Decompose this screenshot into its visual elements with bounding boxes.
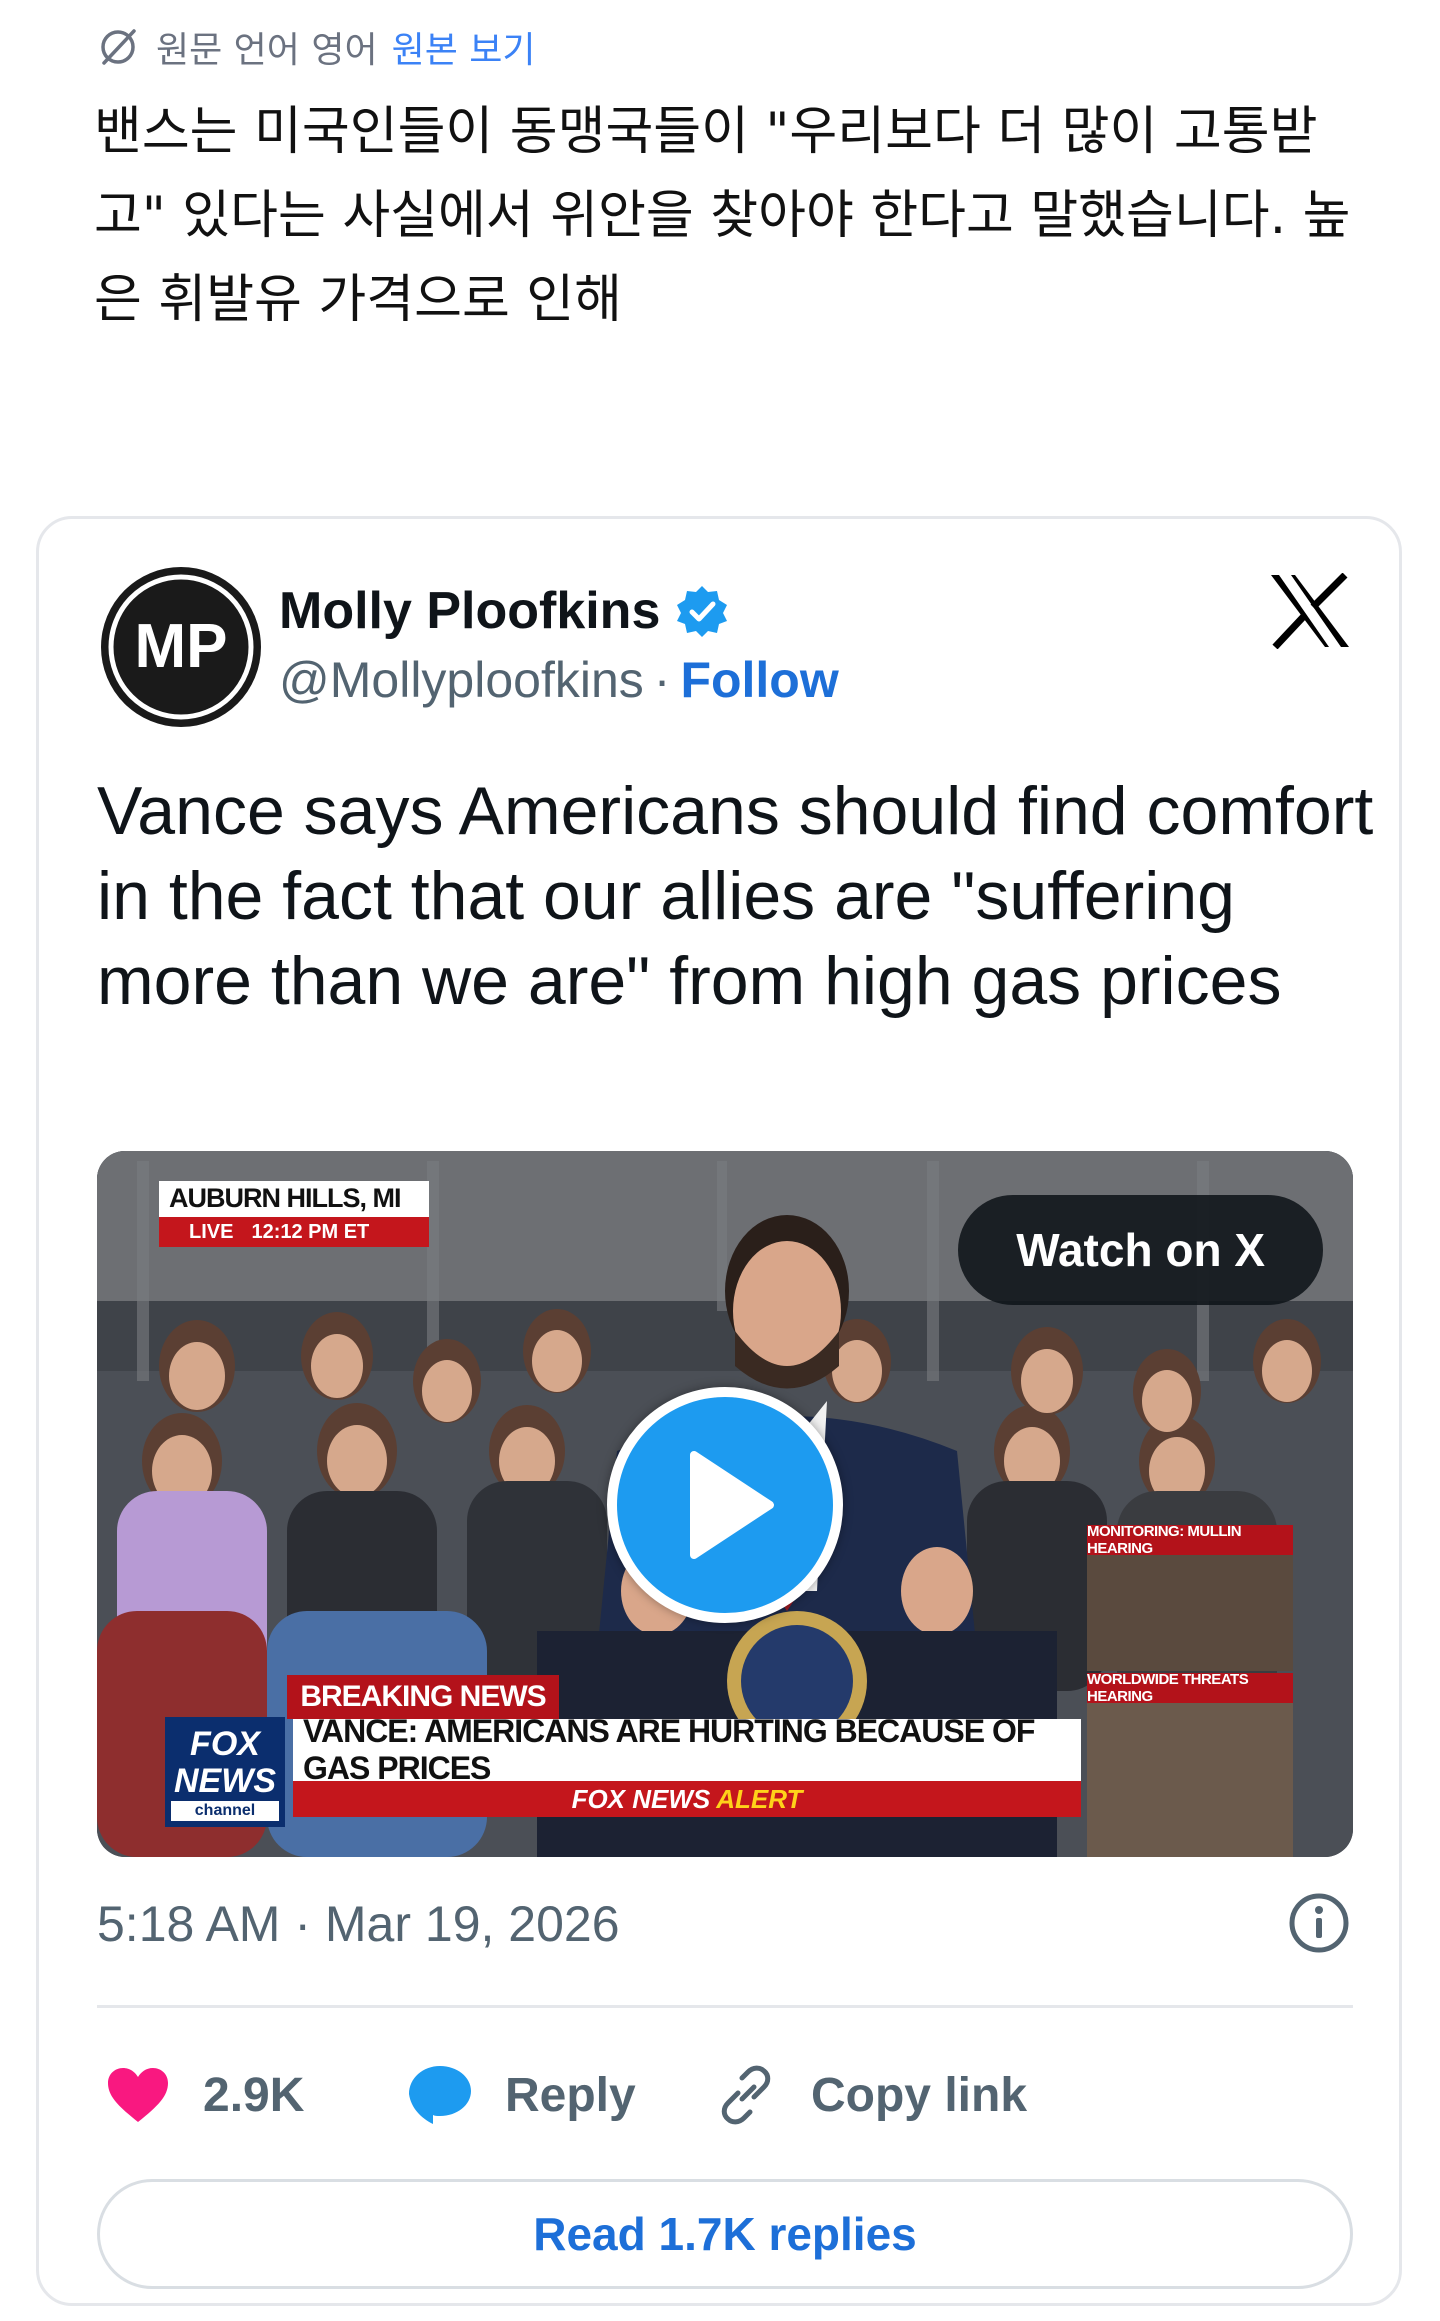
- watch-on-x-button[interactable]: Watch on X: [958, 1195, 1323, 1305]
- follow-button[interactable]: Follow: [680, 651, 838, 709]
- source-language-label: 원문 언어 영어: [156, 30, 378, 71]
- location-label: AUBURN HILLS, MI: [169, 1183, 401, 1213]
- read-replies-button[interactable]: Read 1.7K replies: [97, 2179, 1353, 2289]
- copy-link-button[interactable]: Copy link: [711, 2055, 1027, 2135]
- avatar[interactable]: MP: [99, 565, 263, 729]
- like-button[interactable]: 2.9K: [103, 2055, 304, 2135]
- heart-icon: [103, 2060, 173, 2130]
- like-count: 2.9K: [203, 2068, 305, 2122]
- live-label: LIVE: [189, 1220, 234, 1243]
- live-indicator: LIVE 12:12 PM ET: [159, 1217, 429, 1247]
- alert-prefix: FOX NEWS: [571, 1783, 711, 1814]
- link-icon: [711, 2060, 781, 2130]
- reply-bubble-icon: [405, 2060, 475, 2130]
- side-panel-thumb-1: [1087, 1555, 1293, 1671]
- fox-news-logo: FOX NEWS channel: [165, 1717, 285, 1827]
- play-button[interactable]: [607, 1387, 843, 1623]
- side-panel-label-2: WORLDWIDE THREATS HEARING: [1087, 1671, 1293, 1705]
- author-handle[interactable]: @Mollyploofkins: [279, 651, 644, 709]
- verified-badge-icon: [674, 583, 730, 639]
- tweet-text: Vance says Americans should find comfort…: [97, 773, 1374, 1019]
- chyron-headline: VANCE: AMERICANS ARE HURTING BECAUSE OF …: [293, 1713, 1081, 1786]
- translation-bar: 원문 언어 영어 원본 보기: [94, 22, 536, 72]
- video-player[interactable]: AUBURN HILLS, MI LIVE 12:12 PM ET MONITO…: [97, 1151, 1353, 1857]
- author-meta: @Mollyploofkins · Follow: [279, 651, 839, 709]
- embedded-tweet-card[interactable]: MP Molly Ploofkins @Mollyploofkins · Fol…: [36, 516, 1402, 2306]
- divider: [97, 2005, 1353, 2008]
- meta-separator: ·: [653, 652, 671, 708]
- location-bug: AUBURN HILLS, MI LIVE 12:12 PM ET: [159, 1181, 429, 1247]
- live-time: 12:12 PM ET: [251, 1220, 370, 1243]
- x-logo-icon[interactable]: [1269, 572, 1351, 650]
- translated-tweet-text: 밴스는 미국인들이 동맹국들이 "우리보다 더 많이 고통받고" 있다는 사실에…: [94, 102, 1351, 330]
- alert-suffix: ALERT: [716, 1783, 803, 1814]
- info-icon[interactable]: [1287, 1891, 1351, 1955]
- fox-logo-line2: NEWS: [174, 1762, 276, 1800]
- side-panel-label-1: MONITORING: MULLIN HEARING: [1087, 1523, 1293, 1557]
- copy-link-label: Copy link: [811, 2068, 1028, 2122]
- play-icon: [690, 1451, 774, 1559]
- reply-label: Reply: [505, 2068, 636, 2122]
- fox-logo-line3: channel: [171, 1801, 279, 1821]
- translate-icon: [94, 23, 142, 71]
- side-panel-thumb-2: [1087, 1703, 1293, 1857]
- tweet-timestamp[interactable]: 5:18 AM · Mar 19, 2026: [97, 1895, 620, 1953]
- fox-news-alert-bar: FOX NEWS ALERT: [293, 1781, 1081, 1817]
- author-name-text: Molly Ploofkins: [279, 582, 661, 640]
- reply-button[interactable]: Reply: [405, 2055, 636, 2135]
- avatar-initials: MP: [135, 612, 228, 681]
- fox-logo-line1: FOX: [190, 1725, 260, 1763]
- author-name[interactable]: Molly Ploofkins: [279, 581, 730, 641]
- view-original-link[interactable]: 원본 보기: [392, 21, 536, 73]
